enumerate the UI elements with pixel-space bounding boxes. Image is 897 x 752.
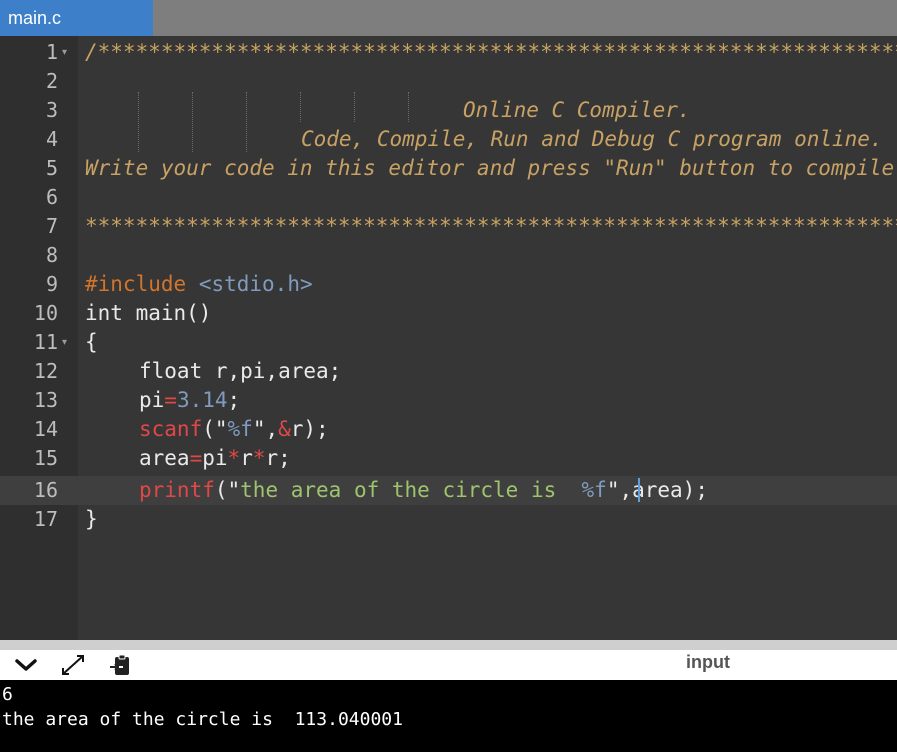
output-console[interactable]: 6 the area of the circle is 113.040001 bbox=[0, 680, 897, 752]
line-number: 2 bbox=[45, 69, 58, 93]
include-header: <stdio.h> bbox=[198, 272, 313, 296]
line-number: 8 bbox=[45, 243, 58, 267]
operator-token: * bbox=[227, 446, 241, 470]
operator-token: & bbox=[278, 417, 291, 441]
code-line-11: { bbox=[85, 330, 98, 354]
indent-guide bbox=[408, 92, 409, 122]
line-number: 6 bbox=[45, 185, 58, 209]
code-token: area bbox=[139, 446, 190, 470]
line-number: 5 bbox=[45, 156, 58, 180]
code-line-4: Code, Compile, Run and Debug C program o… bbox=[301, 127, 883, 151]
line-number: 1 bbox=[45, 40, 58, 64]
line-number: 15 bbox=[33, 446, 58, 470]
code-line-9: #include <stdio.h> bbox=[85, 270, 313, 299]
code-token: (" bbox=[202, 417, 228, 441]
function-token: scanf bbox=[139, 417, 203, 441]
code-token: pi bbox=[139, 388, 165, 412]
code-line-16: printf("the area of the circle is %f",ar… bbox=[139, 476, 708, 505]
tab-main-c[interactable]: main.c bbox=[0, 0, 153, 36]
code-line-15: area=pi*r*r; bbox=[139, 444, 291, 473]
number-token: 3.14 bbox=[176, 388, 228, 412]
text-cursor bbox=[638, 478, 640, 502]
code-line-14: scanf("%f",&r); bbox=[139, 415, 329, 444]
code-token: ", bbox=[252, 417, 279, 441]
io-toolbar: input bbox=[0, 650, 897, 680]
panel-divider[interactable] bbox=[0, 640, 897, 650]
line-number: 10 bbox=[33, 301, 58, 325]
line-number: 12 bbox=[33, 359, 58, 383]
expand-icon[interactable] bbox=[59, 650, 87, 680]
code-line-10: int main() bbox=[85, 301, 212, 325]
fold-toggle-icon[interactable]: ▾ bbox=[62, 328, 74, 357]
code-line-1: /***************************************… bbox=[85, 40, 897, 64]
indent-guide bbox=[300, 92, 301, 122]
format-token: %f bbox=[581, 478, 607, 502]
indent-guide bbox=[192, 92, 193, 152]
line-number: 13 bbox=[33, 388, 58, 412]
code-line-5: Write your code in this editor and press… bbox=[85, 156, 895, 180]
line-number: 4 bbox=[45, 127, 58, 151]
code-token: (" bbox=[214, 478, 241, 502]
line-number: 9 bbox=[45, 272, 58, 296]
console-line: 6 bbox=[2, 684, 13, 705]
fold-toggle-icon[interactable]: ▾ bbox=[62, 38, 74, 67]
chevron-down-icon[interactable] bbox=[12, 650, 40, 680]
input-label: input bbox=[686, 652, 730, 672]
indent-guide bbox=[246, 92, 247, 152]
format-token: %f bbox=[227, 417, 253, 441]
code-line-12: float r,pi,area; bbox=[139, 359, 342, 383]
code-token: ",area); bbox=[606, 478, 708, 502]
indent-guide bbox=[354, 92, 355, 122]
code-token: r; bbox=[265, 446, 291, 470]
clipboard-icon[interactable] bbox=[106, 650, 134, 680]
operator-token: * bbox=[252, 446, 266, 470]
function-token: printf bbox=[139, 478, 215, 502]
line-number: 3 bbox=[45, 98, 58, 122]
console-line: the area of the circle is 113.040001 bbox=[2, 709, 403, 730]
code-editor[interactable]: 1 2 3 4 5 6 7 8 9 10 11 12 13 14 15 16 1… bbox=[0, 36, 897, 640]
string-token: the area of the circle is bbox=[240, 478, 582, 502]
code-token: pi bbox=[202, 446, 228, 470]
indent-guide bbox=[138, 92, 139, 152]
code-line-13: pi=3.14; bbox=[139, 386, 240, 415]
code-token: r bbox=[240, 446, 253, 470]
line-number: 7 bbox=[45, 214, 58, 238]
preprocessor-directive: #include bbox=[85, 272, 187, 296]
code-line-7: ****************************************… bbox=[85, 214, 897, 238]
code-line-3: Online C Compiler. bbox=[463, 98, 691, 122]
code-line-17: } bbox=[85, 507, 98, 531]
line-number: 17 bbox=[33, 507, 58, 531]
operator-token: = bbox=[164, 388, 177, 412]
line-number: 16 bbox=[33, 478, 58, 502]
operator-token: = bbox=[189, 446, 203, 470]
tab-bar: main.c bbox=[0, 0, 897, 36]
code-token: r); bbox=[290, 417, 329, 441]
line-number: 14 bbox=[33, 417, 58, 441]
code-token: ; bbox=[227, 388, 241, 412]
line-number: 11 bbox=[33, 330, 58, 354]
